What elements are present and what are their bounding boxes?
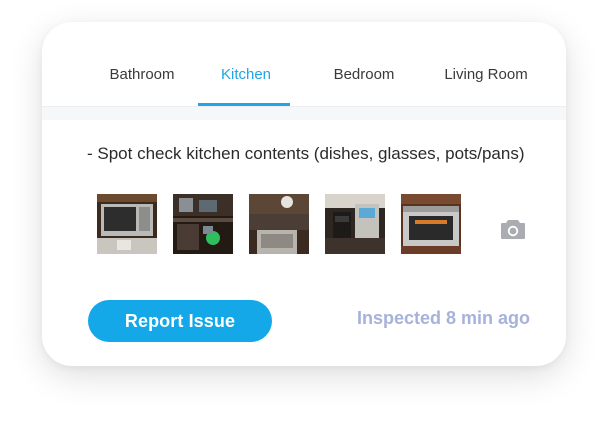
report-issue-button[interactable]: Report Issue — [88, 300, 272, 342]
inspected-timestamp: Inspected 8 min ago — [356, 308, 530, 328]
camera-icon[interactable] — [500, 218, 526, 240]
photo-thumbnail-coffee-maker[interactable] — [325, 194, 385, 254]
tab-bathroom[interactable]: Bathroom — [109, 66, 174, 83]
section-band — [42, 107, 566, 120]
tab-kitchen[interactable]: Kitchen — [221, 66, 271, 83]
photo-thumbnail-wall-oven[interactable] — [401, 194, 461, 254]
photo-thumbnail-microwave[interactable] — [97, 194, 157, 254]
task-description: - Spot check kitchen contents (dishes, g… — [87, 144, 525, 163]
tab-living-room[interactable]: Living Room — [444, 66, 527, 83]
tab-bedroom[interactable]: Bedroom — [334, 66, 395, 83]
room-inspection-card: Bathroom Kitchen Bedroom Living Room - S… — [42, 22, 566, 366]
photo-thumbnail-countertop[interactable] — [249, 194, 309, 254]
photo-thumbnail-cabinet[interactable] — [173, 194, 233, 254]
room-tabs: Bathroom Kitchen Bedroom Living Room — [42, 22, 566, 106]
